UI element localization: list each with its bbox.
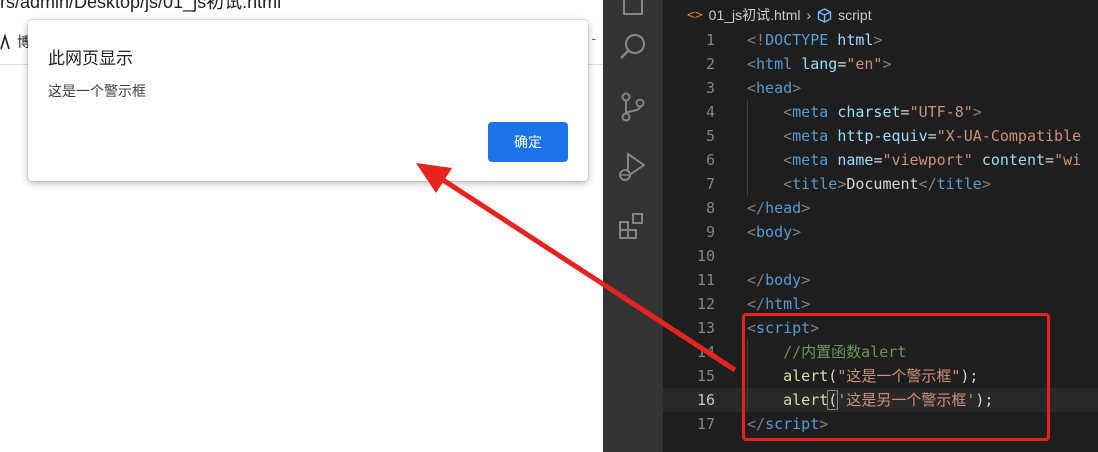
line-number: 9 (705, 223, 715, 241)
code-line-7: <title>Document</title> (783, 175, 991, 193)
breadcrumb-symbol[interactable]: script (838, 7, 871, 23)
line-number: 17 (696, 415, 715, 433)
line-number: 3 (705, 79, 715, 97)
line-number: 13 (696, 319, 715, 337)
line-number: 2 (705, 55, 715, 73)
line-number: 16 (696, 391, 715, 409)
bookmark-icon[interactable] (0, 34, 10, 50)
line-number: 1 (705, 31, 715, 49)
editor-line[interactable]: 3 (663, 76, 1098, 100)
chevron-right-icon: › (806, 7, 812, 23)
line-number: 7 (705, 175, 715, 193)
editor-line[interactable]: 10 (663, 244, 1098, 268)
code-line-8: </head> (747, 199, 811, 217)
line-number: 14 (696, 343, 715, 361)
run-debug-icon[interactable] (616, 150, 650, 184)
line-number: 12 (696, 295, 715, 313)
editor-line[interactable]: 11 (663, 268, 1098, 292)
code-line-2: <html lang="en"> (747, 55, 892, 73)
line-number: 11 (696, 271, 715, 289)
code-line-6: <meta name="viewport" content="wi (783, 151, 1082, 169)
line-number: 5 (705, 127, 715, 145)
line-number: 6 (705, 151, 715, 169)
dialog-message: 这是一个警示框 (48, 83, 146, 99)
line-number: 8 (705, 199, 715, 217)
code-line-11: </body> (747, 271, 811, 289)
search-icon[interactable] (616, 30, 650, 64)
files-icon[interactable] (616, 0, 650, 18)
source-control-icon[interactable] (616, 90, 650, 124)
line-number: 15 (696, 367, 715, 385)
line-number: 10 (696, 247, 715, 265)
alert-dialog: 此网页显示 这是一个警示框 确定 (28, 20, 588, 181)
breadcrumb: <> 01_js初试.html › script (687, 5, 872, 25)
code-line-3: <head> (747, 79, 802, 97)
browser-window: rs/admin/Desktop/js/01_js初试.html 博 | - 此… (0, 0, 603, 452)
address-bar[interactable]: rs/admin/Desktop/js/01_js初试.html (0, 0, 603, 12)
symbol-cube-icon (817, 7, 832, 23)
code-line-1: <!DOCTYPE html> (747, 31, 883, 49)
line-number: 4 (705, 103, 715, 121)
breadcrumb-file[interactable]: 01_js初试.html (709, 5, 801, 25)
code-line-4: <meta charset="UTF-8"> (783, 103, 982, 121)
editor-line[interactable]: 9 (663, 220, 1098, 244)
ok-button[interactable]: 确定 (488, 122, 568, 162)
editor-line[interactable]: 8 (663, 196, 1098, 220)
code-line-9: <body> (747, 223, 802, 241)
activity-bar (603, 0, 663, 452)
annotation-highlight-box (742, 313, 1050, 441)
dialog-title: 此网页显示 (48, 49, 133, 68)
extensions-icon[interactable] (616, 210, 650, 244)
code-line-5: <meta http-equiv="X-UA-Compatible (783, 127, 1082, 145)
html-file-icon: <> (687, 7, 703, 23)
